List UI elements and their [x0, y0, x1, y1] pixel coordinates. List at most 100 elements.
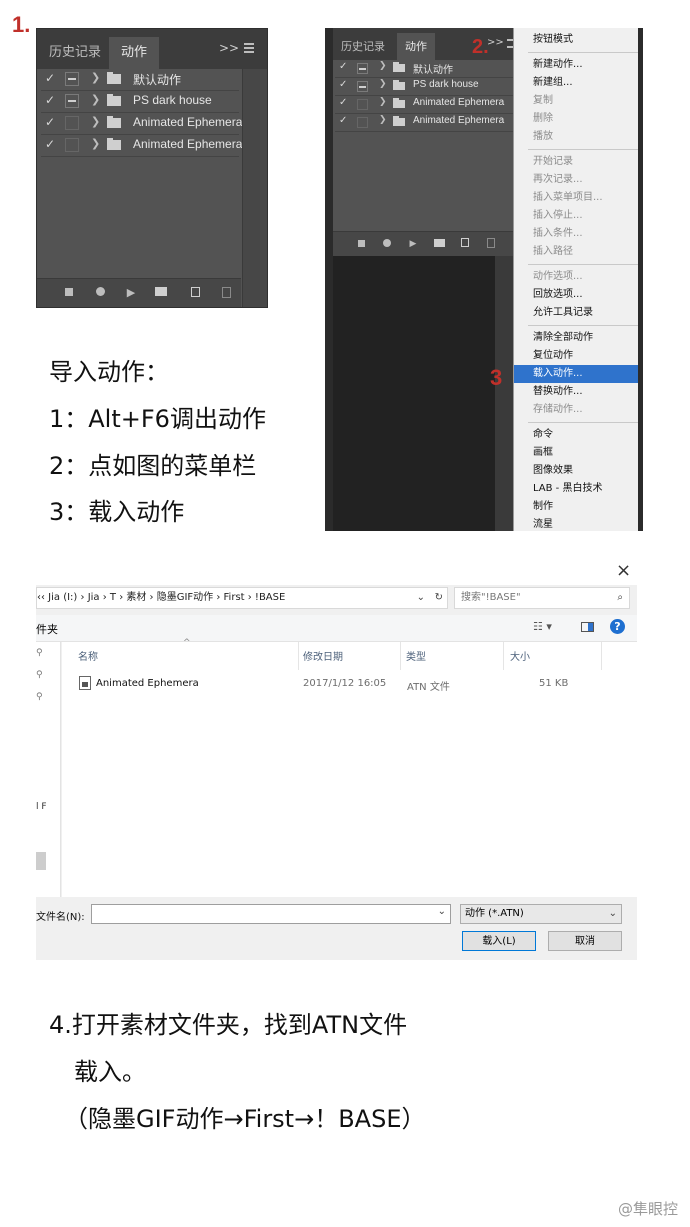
pin-icon[interactable]: ⚲ [36, 692, 43, 702]
filename-input[interactable] [92, 908, 96, 919]
collapse-icon[interactable]: >> [219, 41, 239, 55]
dialog-toggle-icon[interactable] [357, 81, 368, 92]
menu-item[interactable]: 载入动作... [514, 365, 638, 383]
menu-item[interactable]: 新建动作... [514, 56, 638, 74]
folder-icon [393, 80, 405, 90]
menu-item[interactable]: 复位动作 [514, 347, 638, 365]
menu-item[interactable]: 命令 [514, 426, 638, 444]
list-item[interactable]: ✓ ❯ Animated Ephemera [335, 114, 517, 132]
menu-item[interactable]: 制作 [514, 498, 638, 516]
tab-actions[interactable]: 动作 [109, 37, 160, 69]
dialog-toggle-icon[interactable] [357, 117, 368, 128]
list-item[interactable]: ✓ ❯ Animated Ephemera [335, 96, 517, 114]
chevron-right-icon[interactable]: ❯ [379, 79, 387, 89]
filename-field[interactable]: ⌄ [91, 904, 451, 924]
dialog-toggle-icon[interactable] [65, 72, 79, 86]
record-icon[interactable] [94, 287, 106, 299]
new-action-icon[interactable] [459, 238, 471, 250]
breadcrumb[interactable]: ‹‹ Jia (I:) › Jia › T › 素材 › 隐墨GIF动作 › F… [37, 592, 285, 603]
menu-item[interactable]: LAB - 黑白技术 [514, 480, 638, 498]
scrollbar[interactable] [242, 69, 267, 307]
search-input[interactable]: 搜索"!BASE" [455, 592, 521, 603]
menu-item[interactable]: 图像效果 [514, 462, 638, 480]
list-item[interactable]: ✓ ❯ 默认动作 [41, 69, 239, 91]
dialog-toggle-icon[interactable] [65, 138, 79, 152]
menu-item[interactable]: 回放选项... [514, 286, 638, 304]
close-icon[interactable]: × [616, 560, 631, 581]
stop-icon[interactable] [355, 238, 367, 250]
check-icon[interactable]: ✓ [339, 79, 347, 90]
menu-item[interactable]: 允许工具记录 [514, 304, 638, 322]
dialog-toggle-icon[interactable] [65, 116, 79, 130]
navigation-pane[interactable]: ⚲ ⚲ ⚲ l F [36, 642, 61, 897]
menu-item: 播放 [533, 131, 553, 142]
menu-item[interactable]: 新建组... [514, 74, 638, 92]
pin-icon[interactable]: ⚲ [36, 648, 43, 658]
check-icon[interactable]: ✓ [339, 97, 347, 108]
chevron-right-icon[interactable]: ❯ [379, 61, 387, 71]
search-icon[interactable]: ⌕ [617, 588, 623, 608]
dialog-toggle-icon[interactable] [357, 99, 368, 110]
filetype-select[interactable]: 动作 (*.ATN) ⌄ [460, 904, 622, 924]
step-1-marker: 1. [12, 12, 31, 37]
pin-icon[interactable]: ⚲ [36, 670, 43, 680]
list-item[interactable]: ✓ ❯ PS dark house [335, 78, 517, 96]
check-icon[interactable]: ✓ [45, 137, 55, 151]
record-icon[interactable] [381, 238, 393, 250]
folder-icon [393, 98, 405, 108]
tab-history[interactable]: 历史记录 [333, 33, 393, 60]
cancel-button[interactable]: 取消 [548, 931, 622, 951]
chevron-down-icon[interactable]: ⌄ [609, 905, 617, 923]
chevron-right-icon[interactable]: ❯ [379, 115, 387, 125]
scrollbar[interactable] [495, 256, 513, 531]
folder-icon[interactable] [155, 287, 167, 299]
chevron-right-icon[interactable]: ❯ [91, 115, 100, 128]
menu-item[interactable]: 按钮模式 [514, 31, 638, 49]
load-button[interactable]: 载入(L) [462, 931, 536, 951]
new-action-icon[interactable] [189, 287, 201, 299]
chevron-down-icon[interactable]: ⌄ [417, 588, 425, 608]
dialog-toggle-icon[interactable] [65, 94, 79, 108]
folder-icon[interactable] [433, 238, 445, 250]
search-box[interactable]: 搜索"!BASE" ⌕ [454, 587, 630, 609]
panel-menu-icon[interactable] [244, 43, 254, 53]
preview-pane-icon[interactable] [581, 622, 594, 632]
nav-item-label[interactable]: l F [36, 802, 47, 812]
menu-item[interactable]: 画框 [514, 444, 638, 462]
tab-actions[interactable]: 动作 [397, 33, 435, 60]
chevron-right-icon[interactable]: ❯ [91, 93, 100, 106]
stop-icon[interactable] [63, 287, 75, 299]
table-row[interactable]: Animated Ephemera 2017/1/12 16:05 ATN 文件… [62, 642, 637, 702]
menu-item[interactable]: 流星 [514, 516, 638, 531]
scrollbar-thumb[interactable] [36, 852, 46, 870]
list-item[interactable]: ✓ ❯ PS dark house [41, 91, 239, 113]
address-bar[interactable]: ‹‹ Jia (I:) › Jia › T › 素材 › 隐墨GIF动作 › F… [36, 587, 448, 609]
trash-icon[interactable] [485, 238, 497, 250]
dialog-toggle-icon[interactable] [357, 63, 368, 74]
chevron-right-icon[interactable]: ❯ [379, 97, 387, 107]
chevron-right-icon[interactable]: ❯ [91, 71, 100, 84]
menu-item[interactable]: 清除全部动作 [514, 329, 638, 347]
play-icon[interactable]: ▶ [407, 238, 419, 250]
refresh-icon[interactable]: ↻ [435, 588, 443, 608]
list-item[interactable]: ✓ ❯ Animated Ephemera [41, 135, 242, 157]
list-item[interactable]: ✓ ❯ 默认动作 [335, 60, 517, 78]
new-folder-button[interactable]: 件夹 [36, 621, 58, 637]
help-icon[interactable]: ? [610, 619, 625, 634]
check-icon[interactable]: ✓ [339, 61, 347, 72]
collapse-icon[interactable]: >> [487, 37, 504, 48]
check-icon[interactable]: ✓ [45, 115, 55, 129]
trash-icon[interactable] [220, 287, 232, 299]
chevron-down-icon[interactable]: ⌄ [438, 906, 446, 917]
check-icon[interactable]: ✓ [45, 71, 55, 85]
tab-history[interactable]: 历史记录 [37, 37, 113, 69]
list-item[interactable]: ✓ ❯ Animated Ephemera [41, 113, 242, 135]
menu-item: 插入停止... [533, 210, 583, 221]
actions-flyout-menu: 按钮模式 新建动作... 新建组... 复制 删除 播放 开始记录 再次记录... 插入菜单项目… [513, 28, 638, 531]
chevron-right-icon[interactable]: ❯ [91, 137, 100, 150]
view-options-icon[interactable]: ☷ ▾ [533, 620, 552, 633]
menu-item[interactable]: 替换动作... [514, 383, 638, 401]
play-icon[interactable]: ▶ [125, 287, 137, 299]
check-icon[interactable]: ✓ [45, 93, 55, 107]
check-icon[interactable]: ✓ [339, 115, 347, 126]
